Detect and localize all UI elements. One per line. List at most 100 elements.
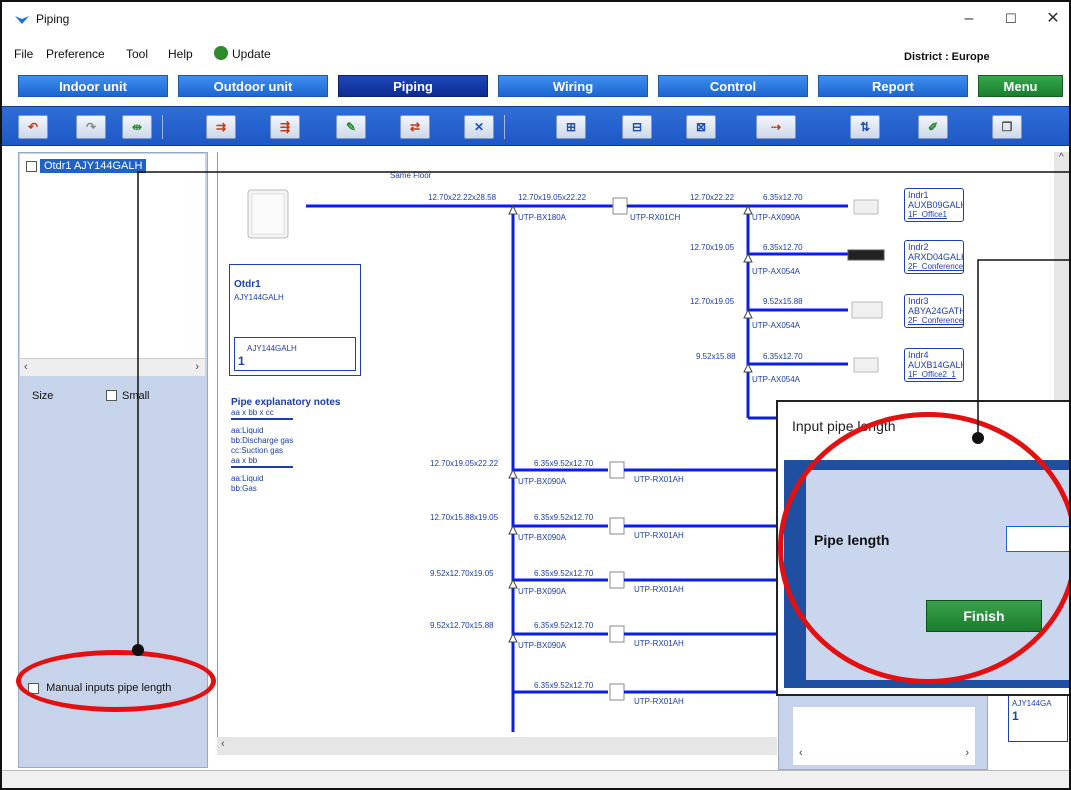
redo-icon[interactable]: ↷ xyxy=(76,115,106,139)
lower-4-header: UTP-RX01AH xyxy=(634,639,684,648)
canvas-vscrollbar[interactable]: ^ xyxy=(1054,152,1069,422)
lower-3-left: 9.52x12.70x19.05 xyxy=(430,569,494,578)
branch-4-main: 9.52x15.88 xyxy=(696,352,736,361)
menu-file[interactable]: File xyxy=(14,47,33,61)
bottom-box-count: 1 xyxy=(1012,709,1019,723)
callout-ring-dialog xyxy=(778,412,1069,684)
scroll-right-icon[interactable]: › xyxy=(195,361,199,373)
indoor-4-model: AUXB14GALH xyxy=(908,360,964,370)
tab-control[interactable]: Control xyxy=(658,75,808,97)
notes-liquid-2: aa:Liquid xyxy=(231,474,264,483)
bottom-unit-box[interactable]: AJY144GA 1 xyxy=(1008,692,1068,742)
toolbar: ↶ ↷ ⇹ ⇉ ⇶ ✎ ⇄ ✕ ⊞ ⊟ ⊠ ⇢ ⇅ ✐ ❐ xyxy=(2,106,1069,146)
swap-branch-icon[interactable]: ⇄ xyxy=(400,115,430,139)
indoor-3-model: ABYA24GATH xyxy=(908,306,964,316)
update-icon xyxy=(214,46,228,60)
indoor-1-model: AUXB09GALH xyxy=(908,200,964,210)
indoor-1-name: Indr1 xyxy=(908,190,929,200)
tab-piping[interactable]: Piping xyxy=(338,75,488,97)
branch-left-icon[interactable]: ⇉ xyxy=(206,115,236,139)
tab-indoor-unit[interactable]: Indoor unit xyxy=(18,75,168,97)
window-title: Piping xyxy=(36,12,70,26)
scroll-left-icon[interactable]: ‹ xyxy=(221,738,225,750)
auto-pipe-icon[interactable]: ⇹ xyxy=(122,115,152,139)
indoor-2-name: Indr2 xyxy=(908,242,929,252)
branch-1-joint: UTP-AX090A xyxy=(752,213,801,222)
menu-tool[interactable]: Tool xyxy=(126,47,148,61)
add-header-icon[interactable]: ⊞ xyxy=(556,115,586,139)
notes-liquid: aa:Liquid xyxy=(231,426,264,435)
tab-outdoor-unit[interactable]: Outdoor unit xyxy=(178,75,328,97)
branch-2-main: 12.70x19.05 xyxy=(690,243,735,252)
canvas-hscrollbar[interactable]: ‹ xyxy=(217,737,777,755)
district-label: District : Europe xyxy=(904,51,990,63)
lower-3-right: 6.35x9.52x12.70 xyxy=(534,569,594,578)
indoor-3-name: Indr3 xyxy=(908,296,929,306)
same-floor-label: Same Floor xyxy=(390,171,432,180)
lower-4-joint: UTP-BX090A xyxy=(518,641,567,650)
indoor-2-room: 2F_Conference1 xyxy=(908,262,964,271)
branch-1-main: 12.70x22.22 xyxy=(690,193,735,202)
lower-1-left: 12.70x19.05x22.22 xyxy=(430,459,499,468)
branch-2-joint: UTP-AX054A xyxy=(752,267,801,276)
tree-hscrollbar[interactable]: ‹ › xyxy=(20,358,205,376)
edit-icon[interactable]: ✐ xyxy=(918,115,948,139)
first-joint-label: UTP-BX180A xyxy=(518,213,567,222)
preview-scroll-left-icon[interactable]: ‹ xyxy=(799,747,803,759)
size-label: Size xyxy=(32,390,54,402)
outdoor-inner-box: AJY144GALH 1 xyxy=(234,337,356,371)
notes-format-1: aa x bb x cc xyxy=(231,408,293,420)
tree-item-checkbox[interactable] xyxy=(26,160,37,172)
route-icon[interactable]: ⇢ xyxy=(756,115,796,139)
indoor-3-room: 2F_Conference2 xyxy=(908,316,964,325)
piping-window: Piping – ☐ ✕ File Preference Tool Help U… xyxy=(0,0,1071,790)
indoor-box-1[interactable]: Indr1 AUXB09GALH 1F_Office1 xyxy=(904,188,964,222)
scroll-up-icon[interactable]: ^ xyxy=(1059,152,1064,163)
copy-icon[interactable]: ❐ xyxy=(992,115,1022,139)
app-logo-icon xyxy=(15,16,29,24)
lower-5-right: 6.35x9.52x12.70 xyxy=(534,681,594,690)
tab-wiring[interactable]: Wiring xyxy=(498,75,648,97)
small-label: Small xyxy=(122,390,150,402)
tab-menu[interactable]: Menu xyxy=(978,75,1063,97)
pipe-notes: Pipe explanatory notes aa x bb x cc aa:L… xyxy=(231,398,381,494)
status-bar xyxy=(2,770,1069,788)
branch-right-icon[interactable]: ⇶ xyxy=(270,115,300,139)
menu-help[interactable]: Help xyxy=(168,47,193,61)
indoor-4-room: 1F_Office2_1 xyxy=(908,370,956,379)
outdoor-info-box[interactable]: Otdr1 AJY144GALH AJY144GALH 1 xyxy=(229,264,361,376)
maximize-button[interactable]: ☐ xyxy=(1000,8,1022,30)
indoor-box-4[interactable]: Indr4 AUXB14GALH 1F_Office2_1 xyxy=(904,348,964,382)
branch-4-sub: 6.35x12.70 xyxy=(763,352,803,361)
preview-scroll-right-icon[interactable]: › xyxy=(965,747,969,759)
tab-report[interactable]: Report xyxy=(818,75,968,97)
small-checkbox[interactable] xyxy=(106,390,117,401)
indoor-box-3[interactable]: Indr3 ABYA24GATH 2F_Conference2 xyxy=(904,294,964,328)
undo-icon[interactable]: ↶ xyxy=(18,115,48,139)
outdoor-inner-count: 1 xyxy=(238,354,245,368)
branch-3-joint: UTP-AX054A xyxy=(752,321,801,330)
menu-preference[interactable]: Preference xyxy=(46,47,105,61)
outdoor-name: Otdr1 xyxy=(234,279,261,290)
tab-bar: Indoor unit Outdoor unit Piping Wiring C… xyxy=(2,66,1069,106)
tree-item[interactable]: Otdr1 AJY144GALH xyxy=(26,159,147,173)
notes-format-2: aa x bb xyxy=(231,456,293,468)
move-up-down-icon[interactable]: ⇅ xyxy=(850,115,880,139)
indoor-box-2[interactable]: Indr2 ARXD04GALH 2F_Conference1 xyxy=(904,240,964,274)
indoor-unit-image-2 xyxy=(847,249,885,261)
indoor-unit-image-3 xyxy=(851,301,883,319)
indoor-4-name: Indr4 xyxy=(908,350,929,360)
menu-update[interactable]: Update xyxy=(232,47,271,61)
lower-1-joint: UTP-BX090A xyxy=(518,477,567,486)
edit-pipe-icon[interactable]: ✎ xyxy=(336,115,366,139)
delete-header-icon[interactable]: ⊠ xyxy=(686,115,716,139)
minimize-button[interactable]: – xyxy=(958,8,980,30)
lower-5-header: UTP-RX01AH xyxy=(634,697,684,706)
bottom-box-model: AJY144GA xyxy=(1012,699,1052,708)
notes-title: Pipe explanatory notes xyxy=(231,397,341,408)
lower-2-left: 12.70x15.88x19.05 xyxy=(430,513,499,522)
scroll-left-icon[interactable]: ‹ xyxy=(24,361,28,373)
close-button[interactable]: ✕ xyxy=(1042,8,1064,30)
insert-header-icon[interactable]: ⊟ xyxy=(622,115,652,139)
delete-pipe-icon[interactable]: ✕ xyxy=(464,115,494,139)
